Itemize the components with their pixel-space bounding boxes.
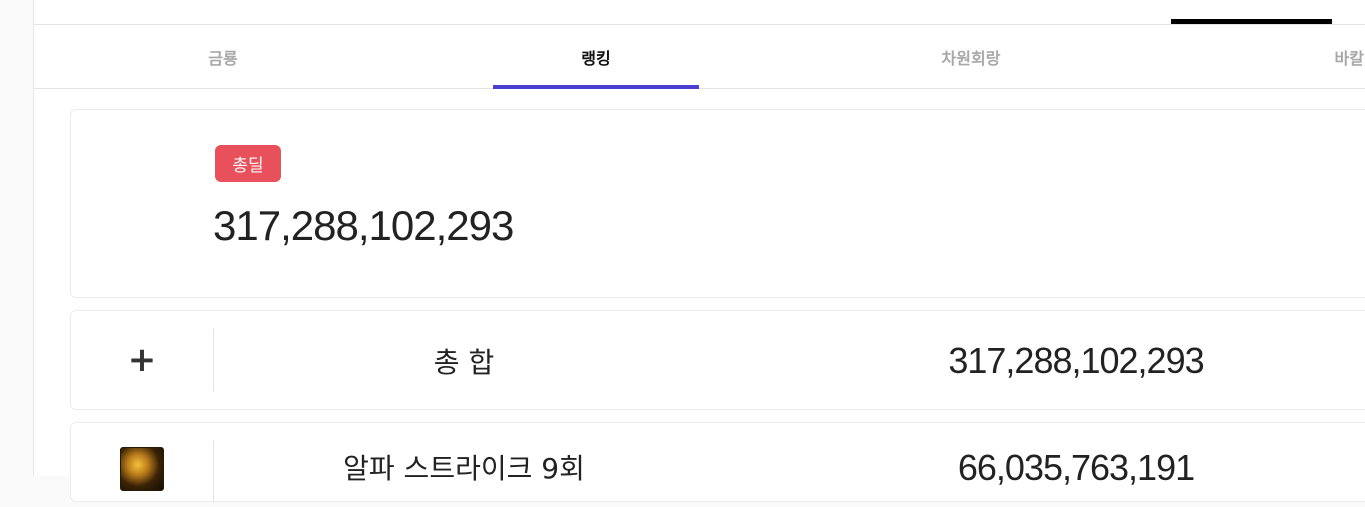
tab-bakal[interactable]: 바칼 [1264, 25, 1364, 88]
tab-dimension-corridor[interactable]: 차원회랑 [868, 25, 1074, 88]
row-value: 66,035,763,191 [957, 447, 1195, 488]
table-row[interactable]: 알파 스트라이크 9회 66,035,763,191 [70, 422, 1365, 503]
tab-ranking[interactable]: 랭킹 [493, 25, 699, 89]
tab-bar: 금룡 랭킹 차원회랑 바칼 [34, 25, 1365, 89]
row-value: 317,288,102,293 [948, 340, 1204, 381]
plus-icon: + [127, 340, 157, 380]
ranking-page: 금룡 랭킹 차원회랑 바칼 총딜 317,288,102,293 + 총 합 3… [33, 0, 1365, 503]
table-row[interactable]: + 총 합 317,288,102,293 [70, 310, 1365, 410]
tab-geumryong[interactable]: 금룡 [120, 25, 326, 88]
row-label: 총 합 [433, 346, 495, 379]
total-damage-badge: 총딜 [215, 145, 281, 182]
row-label: 알파 스트라이크 9회 [343, 452, 585, 485]
skill-icon [120, 447, 164, 491]
top-tab-indicator [1171, 19, 1332, 24]
total-damage-value: 317,288,102,293 [213, 202, 514, 249]
row-icon-cell: + [71, 311, 213, 409]
total-damage-card: 총딜 317,288,102,293 [70, 109, 1365, 298]
top-bar [34, 0, 1365, 25]
